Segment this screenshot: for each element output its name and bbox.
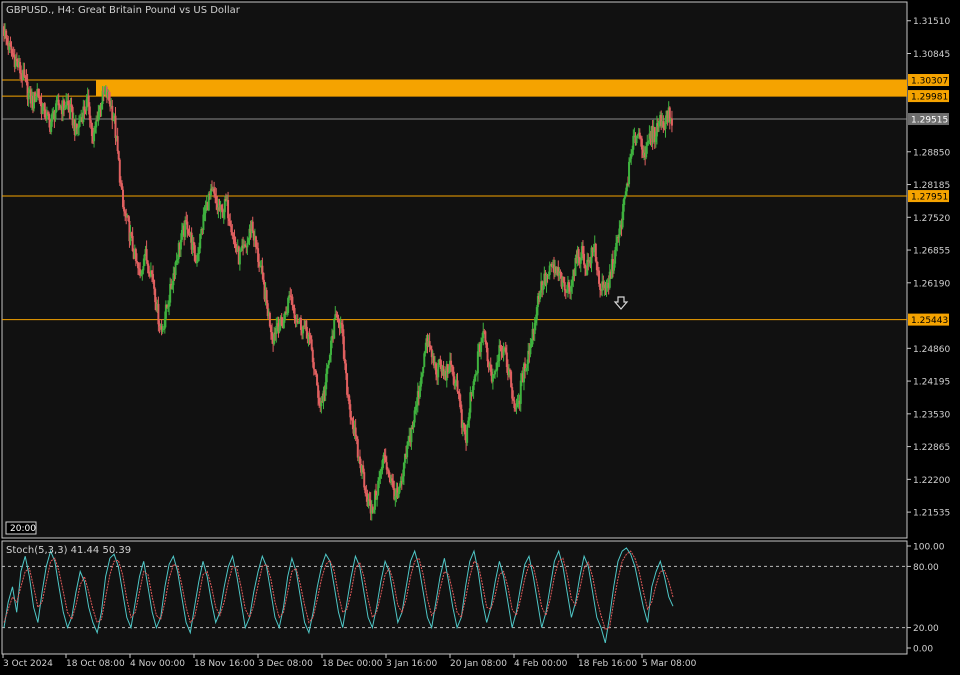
x-tick-label: 5 Mar 08:00: [642, 659, 697, 669]
candle-body: [95, 120, 98, 128]
y-tick-label: 1.24860: [913, 345, 950, 355]
candle-body: [238, 250, 241, 265]
y-tick-label: 1.28850: [913, 148, 950, 158]
y-tick-label: 1.22200: [913, 476, 950, 486]
x-tick-label: 3 Dec 08:00: [258, 659, 313, 669]
candle-body: [251, 221, 254, 232]
candle-body: [145, 249, 148, 261]
y-tick-label: 1.30845: [913, 50, 950, 60]
candle-body: [186, 221, 189, 230]
stoch-title: Stoch(5,3,3) 41.44 50.39: [6, 545, 131, 556]
x-tick-label: 4 Nov 00:00: [130, 659, 185, 669]
candle-body: [261, 265, 264, 273]
x-tick-label: 20 Jan 08:00: [450, 659, 507, 669]
candle-body: [363, 472, 366, 488]
zone-bottom-price-label: 1.29981: [911, 93, 948, 103]
y-tick-label: 1.27520: [913, 214, 950, 224]
candle-body: [462, 423, 465, 425]
zone-top-price-label: 1.30307: [911, 77, 948, 87]
candle-body: [583, 253, 586, 265]
stoch-y-tick-label: 0.00: [913, 645, 933, 655]
candle-body: [450, 360, 453, 365]
stoch-y-tick-label: 80.00: [913, 563, 939, 573]
candle-body: [27, 92, 30, 100]
candle-body: [48, 113, 51, 120]
x-tick-label: 18 Dec 00:00: [322, 659, 383, 669]
candle-body: [456, 380, 459, 392]
candle-body: [345, 363, 348, 374]
candle-body: [376, 495, 379, 500]
y-tick-label: 1.23530: [913, 410, 950, 420]
candle-body: [548, 265, 551, 275]
candle-body: [577, 249, 580, 258]
candle-body: [466, 425, 469, 443]
candle-body: [89, 120, 92, 123]
candle-body: [410, 427, 413, 443]
x-tick-label: 18 Nov 16:00: [194, 659, 255, 669]
candle-body: [579, 260, 582, 264]
y-tick-label: 1.31510: [913, 17, 950, 27]
candle-body: [55, 100, 58, 112]
candle-body: [632, 135, 635, 150]
chart-title: GBPUSD., H4: Great Britain Pound vs US D…: [6, 5, 241, 16]
candle-body: [114, 115, 117, 138]
candle-body: [356, 439, 359, 458]
candle-body: [143, 254, 146, 267]
chart-canvas[interactable]: 1.31510 1.30845 1.28850 1.28185 1.27520 1.268…: [0, 0, 960, 675]
candle-body: [54, 111, 57, 120]
level-1-price-label: 1.27951: [911, 193, 948, 203]
stoch-pane[interactable]: [1, 540, 908, 655]
x-tick-label: 3 Oct 2024: [3, 659, 53, 669]
candle-body: [628, 161, 631, 185]
candle-body: [291, 296, 294, 306]
y-tick-label: 1.22865: [913, 443, 950, 453]
stoch-y-tick-label: 20.00: [913, 624, 939, 634]
candle-body: [486, 347, 489, 362]
y-tick-label: 1.21535: [913, 509, 950, 519]
candle-body: [333, 318, 336, 339]
candle-body: [598, 270, 601, 284]
stoch-y-tick-label: 100.00: [913, 543, 945, 553]
x-tick-label: 18 Feb 16:00: [578, 659, 637, 669]
candle-body: [268, 312, 271, 327]
current-price-label: 1.29515: [911, 116, 948, 126]
candle-body: [422, 366, 425, 374]
y-tick-label: 1.24195: [913, 378, 950, 388]
candle-body: [568, 282, 571, 288]
level-2-price-label: 1.25443: [911, 316, 948, 326]
candle-body: [142, 266, 145, 271]
y-tick-label: 1.26855: [913, 247, 950, 257]
candle-body: [116, 136, 119, 152]
candle-body: [670, 118, 673, 126]
x-tick-label: 4 Feb 00:00: [514, 659, 568, 669]
candle-body: [480, 342, 483, 352]
time-badge: 20:00: [5, 521, 37, 535]
y-tick-label: 1.26190: [913, 279, 950, 289]
y-tick-label: 1.28185: [913, 181, 950, 191]
supply-zone[interactable]: [96, 80, 907, 97]
time-badge-text: 20:00: [10, 524, 36, 534]
x-tick-label: 18 Oct 08:00: [66, 659, 125, 669]
candle-body: [152, 273, 155, 280]
candle-body: [93, 132, 96, 142]
x-tick-label: 3 Jan 16:00: [386, 659, 438, 669]
candle-body: [312, 362, 315, 370]
candle-body: [484, 331, 487, 342]
